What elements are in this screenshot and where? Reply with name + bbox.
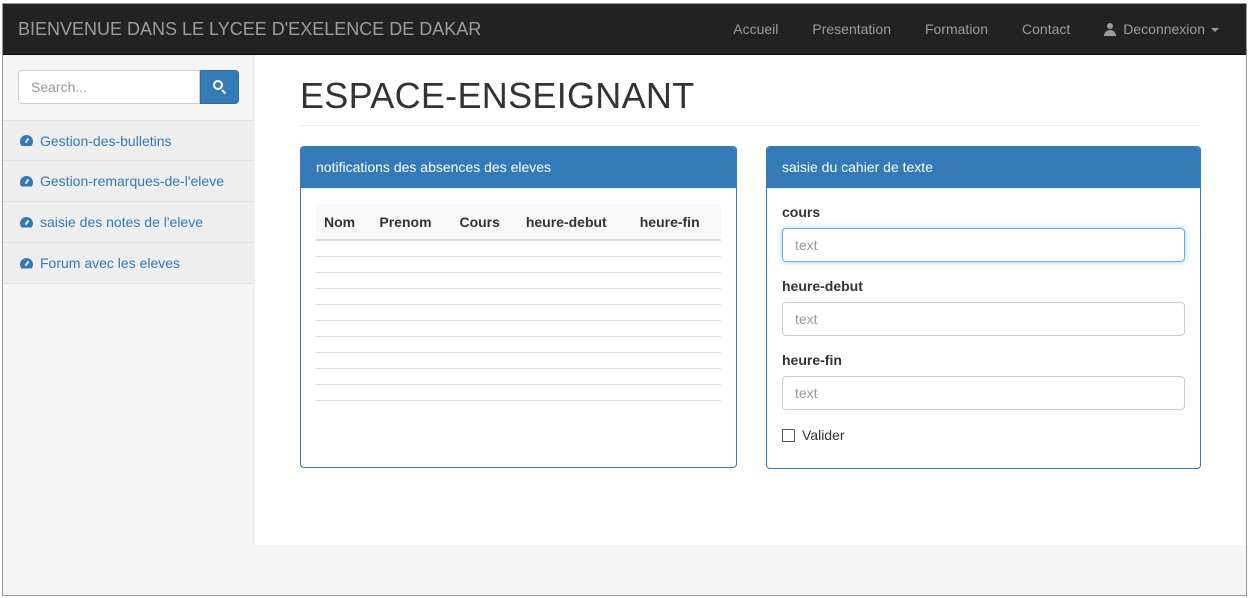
column-header-heure-debut: heure-debut	[517, 204, 632, 241]
dashboard-icon	[20, 175, 33, 187]
cahier-de-texte-panel: saisie du cahier de texte cours heure-de…	[766, 146, 1201, 469]
navbar-menu: Accueil Presentation Formation Contact D…	[716, 4, 1236, 55]
nav-item-contact[interactable]: Contact	[1005, 4, 1087, 55]
column-header-heure-fin: heure-fin	[631, 204, 721, 241]
sidebar-item-saisie-notes[interactable]: saisie des notes de l'eleve	[3, 202, 253, 243]
valider-checkbox[interactable]	[782, 428, 795, 442]
table-row	[316, 239, 721, 256]
user-menu-label: Deconnexion	[1123, 21, 1205, 37]
dashboard-icon	[20, 257, 33, 269]
absences-table: Nom Prenom Cours heure-debut heure-fin	[316, 204, 721, 416]
column-header-prenom: Prenom	[371, 204, 452, 241]
table-row	[316, 335, 721, 352]
nav-item-formation[interactable]: Formation	[908, 4, 1005, 55]
dashboard-icon	[20, 135, 33, 146]
valider-label: Valider	[802, 427, 845, 443]
user-menu-dropdown[interactable]: Deconnexion	[1087, 4, 1236, 55]
title-divider	[300, 125, 1200, 126]
search-button[interactable]	[200, 70, 239, 104]
absences-panel-heading: notifications des absences des eleves	[301, 147, 736, 188]
nav-item-presentation[interactable]: Presentation	[795, 4, 908, 55]
search-input[interactable]	[18, 70, 200, 104]
caret-down-icon	[1211, 27, 1219, 32]
valider-checkbox-row[interactable]: Valider	[782, 427, 845, 443]
sidebar-item-label: saisie des notes de l'eleve	[40, 214, 203, 230]
sidebar-item-forum[interactable]: Forum avec les eleves	[3, 243, 253, 284]
table-row	[316, 271, 721, 288]
sidebar-item-gestion-bulletins[interactable]: Gestion-des-bulletins	[3, 120, 253, 161]
cours-label: cours	[782, 204, 821, 220]
column-header-cours: Cours	[451, 204, 518, 241]
cahier-panel-heading: saisie du cahier de texte	[767, 147, 1200, 188]
cours-input[interactable]	[782, 228, 1185, 262]
dashboard-icon	[20, 216, 33, 228]
browser-viewport: BIENVENUE DANS LE LYCEE D'EXELENCE DE DA…	[2, 3, 1247, 596]
search-icon	[212, 80, 227, 95]
table-row	[316, 367, 721, 384]
sidebar-item-label: Forum avec les eleves	[40, 255, 181, 271]
main-content: ESPACE-ENSEIGNANT notifications des abse…	[255, 55, 1246, 545]
sidebar-item-label: Gestion-des-bulletins	[40, 132, 172, 149]
table-row	[316, 255, 721, 272]
heure-fin-input[interactable]	[782, 376, 1185, 410]
table-row	[316, 287, 721, 304]
heure-debut-input[interactable]	[782, 302, 1185, 336]
top-navbar: BIENVENUE DANS LE LYCEE D'EXELENCE DE DA…	[3, 4, 1246, 55]
column-header-nom: Nom	[316, 204, 372, 241]
user-icon	[1104, 23, 1117, 36]
table-row	[316, 383, 721, 400]
table-row	[316, 303, 721, 320]
table-row	[316, 319, 721, 336]
table-header-row: Nom Prenom Cours heure-debut heure-fin	[316, 204, 721, 241]
absences-panel: notifications des absences des eleves No…	[300, 146, 737, 468]
navbar-brand[interactable]: BIENVENUE DANS LE LYCEE D'EXELENCE DE DA…	[18, 4, 481, 55]
page-title: ESPACE-ENSEIGNANT	[300, 75, 695, 116]
heure-fin-label: heure-fin	[782, 352, 842, 368]
sidebar-item-label: Gestion-remarques-de-l'eleve	[40, 173, 224, 189]
sidebar: Gestion-des-bulletins Gestion-remarques-…	[3, 55, 254, 545]
sidebar-search	[18, 70, 239, 104]
table-row	[316, 351, 721, 368]
heure-debut-label: heure-debut	[782, 278, 863, 294]
sidebar-menu: Gestion-des-bulletins Gestion-remarques-…	[3, 120, 253, 284]
sidebar-item-gestion-remarques[interactable]: Gestion-remarques-de-l'eleve	[3, 161, 253, 202]
table-row	[316, 399, 721, 416]
nav-item-accueil[interactable]: Accueil	[716, 4, 795, 55]
